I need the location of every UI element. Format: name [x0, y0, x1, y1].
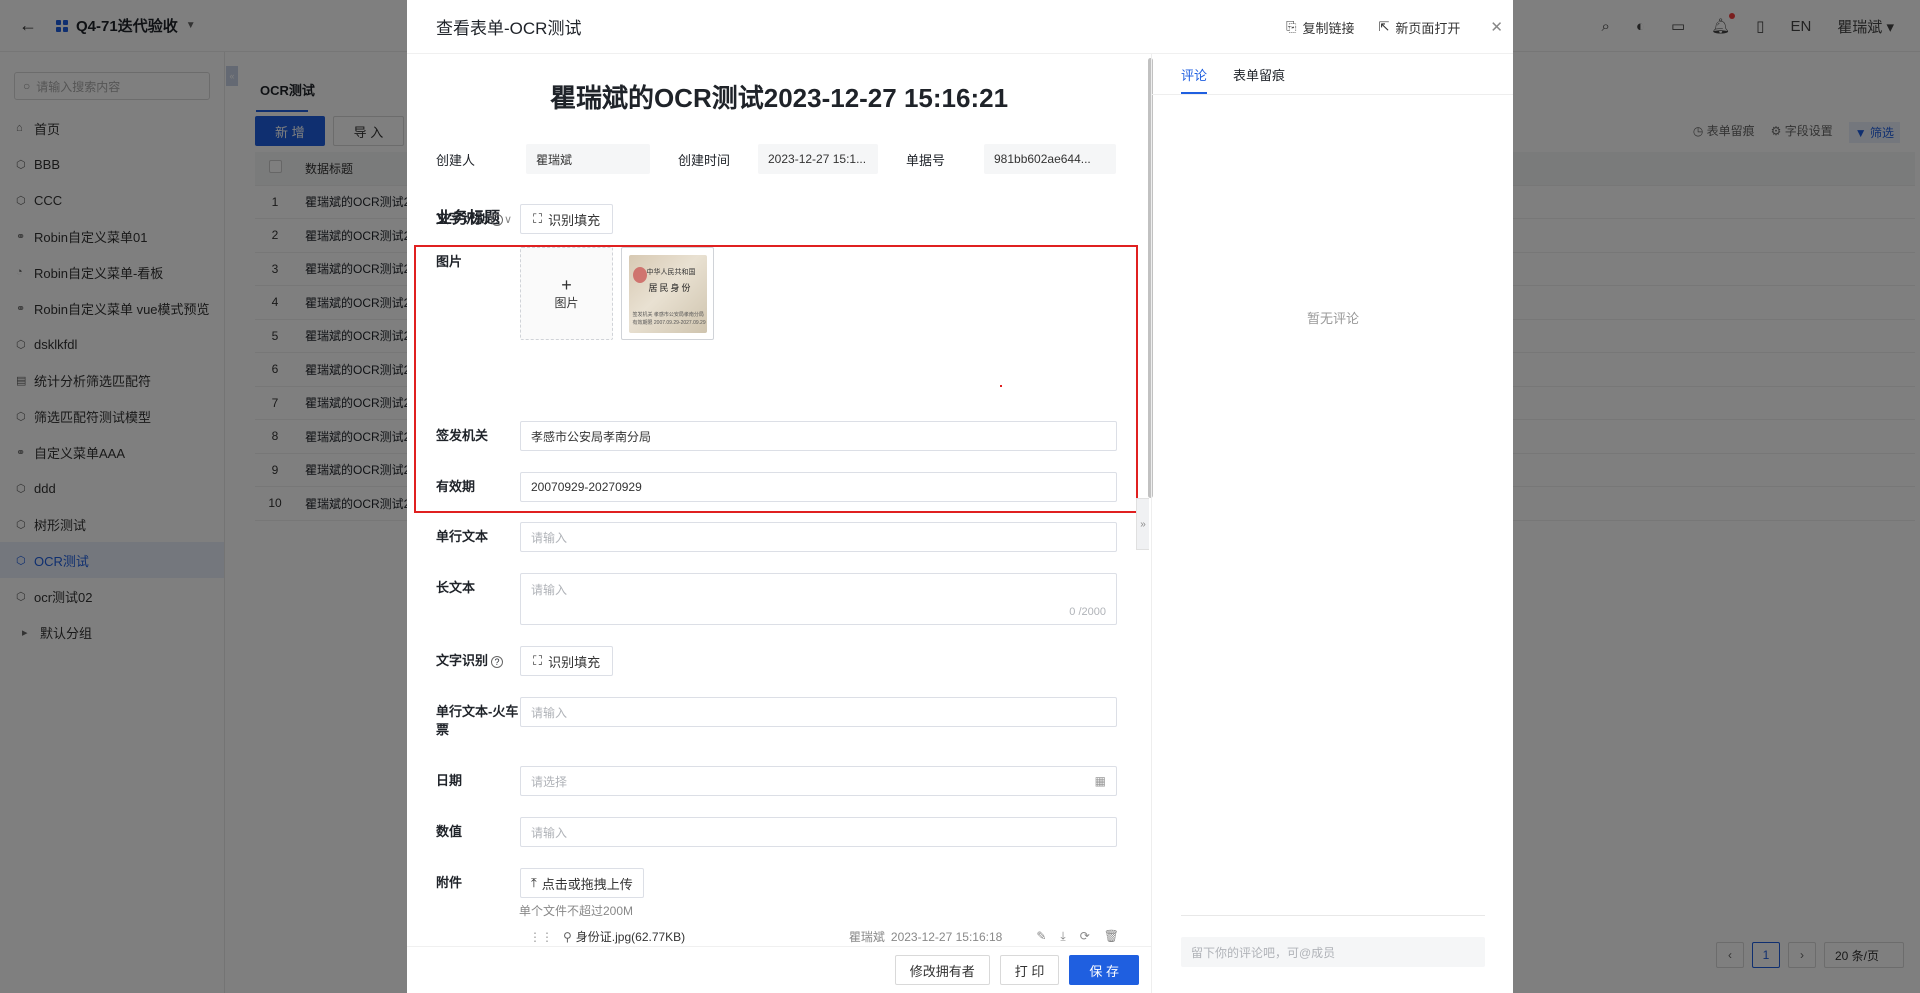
download-icon[interactable]: ⤓ — [1060, 929, 1065, 944]
attachment-file-row: ⋮⋮ ⚲ 身份证.jpg(62.77KB) 瞿瑞斌 2023-12-27 15:… — [529, 928, 1119, 945]
id-card-line: 签发机关 孝感市公安局孝南分局 — [632, 311, 704, 318]
id-card-line: 有效期限 2007.09.29-2027.09.29 — [632, 319, 706, 326]
ocr-fill-button[interactable]: ⛶ 识别填充 — [520, 204, 614, 234]
number-input[interactable]: 请输入 — [520, 817, 1117, 847]
id-card-line: 居民身份 — [648, 282, 693, 293]
field-ocr: 文字识别? ⛶ 识别填充 — [436, 204, 614, 234]
upload-button[interactable]: ⤒ 点击或拖拽上传 — [520, 868, 644, 898]
tab-comments[interactable]: 评论 — [1181, 65, 1208, 94]
file-time: 2023-12-27 15:16:18 — [890, 929, 1003, 944]
train-ticket-input[interactable]: 请输入 — [520, 697, 1117, 727]
field-label: 数值 — [436, 824, 463, 839]
record-title: 瞿瑞斌的OCR测试2023-12-27 15:16:21 — [549, 83, 1009, 113]
tab-form-trace[interactable]: 表单留痕 — [1233, 65, 1285, 94]
field-label: 签发机关 — [436, 428, 489, 443]
scan-icon: ⛶ — [533, 653, 543, 668]
char-counter: 0 /2000 — [1069, 606, 1106, 618]
help-icon[interactable]: ? — [491, 213, 504, 226]
single-text-input[interactable]: 请输入 — [520, 522, 1117, 552]
date-picker[interactable]: 请选择 ▦ — [520, 766, 1117, 796]
long-text-textarea[interactable]: 请输入 0 /2000 — [520, 573, 1117, 625]
modal-footer: 修改拥有者 打 印 保 存 — [407, 946, 1151, 993]
calendar-icon: ▦ — [1094, 774, 1106, 788]
scan-icon: ⛶ — [533, 211, 543, 226]
creator-value: 瞿瑞斌 — [526, 144, 650, 174]
field-number: 数值 请输入 — [436, 817, 1117, 847]
modal-title: 查看表单-OCR测试 — [436, 19, 582, 38]
plus-icon: + — [561, 275, 572, 295]
creator-label: 创建人 — [436, 152, 476, 168]
comment-input[interactable]: 留下你的评论吧，可@成员 — [1181, 937, 1485, 967]
issuer-input[interactable]: 孝感市公安局孝南分局 — [520, 421, 1117, 451]
national-emblem — [632, 266, 647, 283]
image-thumbnail[interactable]: 中华人民共和国 居民身份 签发机关 孝感市公安局孝南分局 有效期限 2007.0… — [621, 247, 714, 340]
doc-number-label: 单据号 — [906, 152, 946, 168]
paperclip-icon: ⚲ — [563, 929, 572, 944]
delete-icon[interactable]: 🗑︎ — [1104, 929, 1119, 944]
field-label: 日期 — [436, 773, 463, 788]
copy-link-button[interactable]: ⎘ 复制链接 — [1286, 18, 1354, 37]
field-label: 长文本 — [436, 580, 476, 595]
replace-icon[interactable]: ⟳ — [1080, 929, 1090, 944]
id-card-image: 中华人民共和国 居民身份 签发机关 孝感市公安局孝南分局 有效期限 2007.0… — [628, 254, 707, 333]
open-new-page-button[interactable]: ⇱ 新页面打开 — [1379, 18, 1461, 37]
change-owner-button[interactable]: 修改拥有者 — [894, 955, 990, 985]
field-single-text: 单行文本 请输入 — [436, 522, 1117, 552]
print-button[interactable]: 打 印 — [999, 955, 1060, 985]
created-time-value: 2023-12-27 15:1... — [758, 144, 878, 174]
form-pane: 瞿瑞斌的OCR测试2023-12-27 15:16:21 创建人 瞿瑞斌 创建时… — [407, 54, 1151, 946]
field-train-ticket: 单行文本-火车票 请输入 — [436, 697, 1117, 739]
field-date: 日期 请选择 ▦ — [436, 766, 1117, 796]
field-label: 单行文本 — [436, 529, 489, 544]
upload-icon: ⤒ — [531, 875, 537, 890]
field-label: 有效期 — [436, 479, 476, 494]
view-form-modal: 查看表单-OCR测试 ⎘ 复制链接 ⇱ 新页面打开 ✕ 瞿瑞斌的OCR测试2023-… — [407, 0, 1513, 993]
modal-header: 查看表单-OCR测试 ⎘ 复制链接 ⇱ 新页面打开 ✕ — [407, 0, 1513, 54]
field-label: 文字识别? — [436, 646, 520, 676]
field-issuer: 签发机关 孝感市公安局孝南分局 — [436, 421, 1117, 451]
ocr-fill-button-2[interactable]: ⛶ 识别填充 — [520, 646, 614, 676]
copy-icon: ⎘ — [1286, 19, 1297, 34]
empty-comments: 暂无评论 — [1306, 311, 1359, 326]
field-long-text: 长文本 请输入 0 /2000 — [436, 573, 1117, 625]
expand-panel-button[interactable]: » — [1136, 498, 1149, 550]
field-label: 文字识别? — [436, 204, 520, 234]
file-uploader: 瞿瑞斌 — [848, 930, 885, 944]
edit-icon[interactable]: ✎ — [1036, 929, 1046, 944]
doc-number-value: 981bb602ae644... — [984, 144, 1116, 174]
comments-tabs: 评论 表单留痕 — [1152, 54, 1513, 95]
comment-divider — [1181, 915, 1485, 916]
record-meta: 创建人 瞿瑞斌 创建时间 2023-12-27 15:1... 单据号 981b… — [436, 144, 1116, 174]
field-attachment: 附件 ⤒ 点击或拖拽上传 — [436, 868, 644, 898]
id-card-line: 中华人民共和国 — [646, 268, 696, 276]
drag-handle-icon[interactable]: ⋮⋮ — [529, 930, 553, 944]
field-image: 图片 + 图片 中华人民共和国 居民身份 签发机关 孝感市公安局孝南分局 有效期… — [436, 247, 714, 340]
created-time-label: 创建时间 — [678, 152, 731, 168]
validity-input[interactable]: 20070929-20270929 — [520, 472, 1117, 502]
field-validity: 有效期 20070929-20270929 — [436, 472, 1117, 502]
image-upload-button[interactable]: + 图片 — [520, 247, 613, 340]
annotation-dot — [1000, 385, 1002, 387]
comments-panel: 评论 表单留痕 暂无评论 留下你的评论吧，可@成员 — [1151, 54, 1513, 993]
field-label: 图片 — [436, 254, 463, 269]
field-label: 单行文本-火车票 — [436, 704, 519, 737]
close-icon[interactable]: ✕ — [1490, 18, 1503, 36]
external-link-icon: ⇱ — [1378, 19, 1390, 34]
field-label: 附件 — [436, 875, 463, 890]
file-name-link[interactable]: 身份证.jpg(62.77KB) — [576, 928, 685, 945]
upload-hint: 单个文件不超过200M — [519, 904, 634, 918]
field-ocr-2: 文字识别? ⛶ 识别填充 — [436, 646, 614, 676]
save-button[interactable]: 保 存 — [1069, 955, 1139, 985]
help-icon[interactable]: ? — [491, 655, 504, 668]
